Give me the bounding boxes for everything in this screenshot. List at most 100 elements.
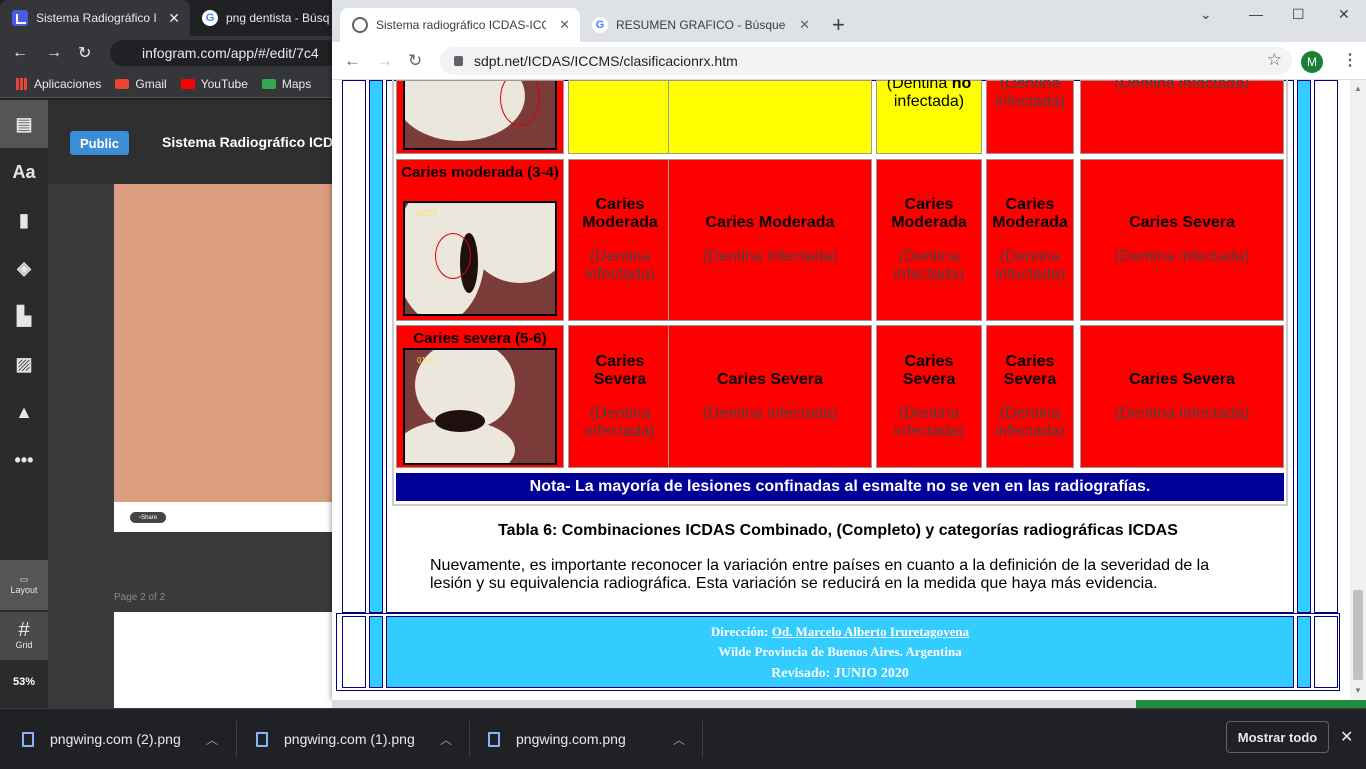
minimize-icon[interactable]: — (1249, 6, 1263, 22)
map-icon[interactable]: ◈ (0, 244, 48, 292)
page-content: (Dentina no infectada) (Dentina infectada… (332, 80, 1350, 700)
chevron-up-icon[interactable]: ︿ (440, 731, 452, 748)
gmail-icon (115, 79, 130, 90)
bookmark-label: Gmail (135, 76, 167, 91)
video-timestamp: 07:10 (417, 209, 438, 218)
background-tab-title: png dentista - Búsq (226, 11, 330, 25)
close-window-icon[interactable]: ✕ (1338, 6, 1350, 23)
image-file-icon (256, 731, 268, 747)
cell-title: Caries Severa (593, 352, 647, 388)
bookmark-star-icon[interactable]: ☆ (1267, 50, 1282, 70)
menu-kebab-icon[interactable]: ⋮ (1342, 50, 1358, 70)
text-icon[interactable]: Aa (0, 148, 48, 196)
close-tab-icon[interactable]: ✕ (559, 17, 570, 33)
cell-title: Caries Severa (1003, 352, 1057, 388)
tab-icdas[interactable]: Sistema radiográfico ICDAS-ICCMS ✕ (340, 8, 580, 42)
chevron-up-icon[interactable]: ︿ (673, 731, 685, 748)
show-all-button[interactable]: Mostrar todo (1226, 721, 1329, 753)
layout-button[interactable]: ▭ Layout (0, 560, 48, 610)
public-button[interactable]: Public (70, 131, 129, 155)
video-timestamp: 01:47 (417, 356, 438, 365)
footer-revised: Revisado: JUNIO 2020 (771, 666, 909, 681)
back-icon[interactable]: ← (12, 44, 28, 62)
left-outer-frame (342, 80, 366, 613)
footer-left-frame (342, 616, 366, 688)
bookmark-apps[interactable]: Aplicaciones (16, 77, 101, 91)
lesion-circle (435, 233, 471, 279)
maximize-icon[interactable]: ☐ (1292, 6, 1305, 23)
infogram-slide[interactable] (114, 184, 332, 502)
footer-right-cyan (1297, 616, 1311, 688)
cavity (435, 410, 485, 432)
cell-subtitle: (Dentina infectada) (584, 404, 656, 440)
footer-left-cyan (369, 616, 383, 688)
table-caption: Tabla 6: Combinaciones ICDAS Combinado, … (498, 522, 1178, 539)
download-item[interactable]: pngwing.com (1).png (256, 709, 415, 769)
back-icon[interactable]: ← (344, 51, 361, 71)
background-tab-search[interactable]: G png dentista - Búsq (190, 0, 350, 36)
infogram-page-2[interactable] (114, 612, 332, 708)
table-cell: Caries Severa (Dentina infectada) (1080, 325, 1284, 468)
page-indicator: Page 2 of 2 (114, 592, 166, 603)
page-footer: Dirección: Od. Marcelo Alberto Iruretago… (386, 616, 1294, 688)
scroll-up-icon[interactable]: ▲ (1354, 84, 1362, 93)
profile-avatar[interactable]: M (1301, 51, 1323, 73)
more-icon[interactable]: ••• (0, 436, 48, 484)
cell-title: Caries Severa (1129, 370, 1235, 388)
author-link[interactable]: Od. Marcelo Alberto Iruretagoyena (772, 624, 969, 639)
infogram-favicon-icon (12, 10, 28, 26)
tab-search-chevron-icon[interactable]: ⌄ (1200, 6, 1212, 23)
table-cell: Caries Moderada (Dentina infectada) (568, 159, 672, 321)
left-cyan-bar (369, 80, 383, 613)
background-address-bar[interactable]: infogram.com/app/#/edit/7c4 (110, 40, 340, 66)
maps-icon (261, 79, 276, 90)
bookmark-youtube[interactable]: YouTube (180, 76, 248, 91)
forward-icon[interactable]: → (46, 44, 62, 62)
grid-button[interactable]: # Grid (0, 612, 48, 660)
cell-title: Caries Moderada (992, 196, 1068, 231)
download-item[interactable]: pngwing.com (2).png (22, 709, 181, 769)
cell-subtitle: (Dentina infectada) (994, 248, 1066, 283)
lock-icon[interactable] (454, 56, 463, 66)
download-filename: pngwing.com.png (516, 731, 626, 747)
cell-subtitle: (Dentina infectada) (702, 404, 838, 422)
close-icon[interactable]: ✕ (168, 10, 180, 27)
divider (702, 721, 703, 757)
table-cell: (Dentina no infectada) (876, 80, 982, 154)
tab-title: Sistema radiográfico ICDAS-ICCMS (376, 18, 546, 32)
background-window-strip (332, 700, 1136, 708)
close-icon[interactable]: ✕ (1340, 727, 1353, 747)
image-icon[interactable]: ▨ (0, 340, 48, 388)
forward-icon[interactable]: → (376, 51, 393, 71)
layout-icon[interactable]: ▙ (0, 292, 48, 340)
chart-icon[interactable]: ▮ (0, 196, 48, 244)
reload-icon[interactable]: ↻ (408, 51, 422, 71)
tab-title: RESUMEN GRAFICO - Búsqueda de Google (616, 18, 786, 32)
shapes-icon[interactable]: ▲ (0, 388, 48, 436)
bookmark-label: Maps (281, 76, 312, 91)
vertical-scrollbar[interactable]: ▲ ▼ (1350, 80, 1366, 700)
background-tab-infogram[interactable]: Sistema Radiográfico I ✕ (0, 0, 190, 36)
table-cell: Caries Moderada (Dentina infectada) (876, 159, 982, 321)
address-bar[interactable]: sdpt.net/ICDAS/ICCMS/clasificacionrx.htm… (440, 47, 1292, 75)
google-favicon-icon: G (202, 10, 218, 26)
inbox-icon[interactable]: ▤ (0, 100, 48, 148)
zoom-level[interactable]: 53% (0, 670, 48, 688)
reload-icon[interactable]: ↻ (78, 43, 91, 63)
scrollbar-thumb[interactable] (1353, 590, 1363, 680)
bookmark-gmail[interactable]: Gmail (115, 76, 167, 91)
new-tab-icon[interactable]: + (832, 14, 845, 36)
close-tab-icon[interactable]: ✕ (799, 17, 810, 33)
download-item[interactable]: pngwing.com.png (488, 709, 626, 769)
bookmark-maps[interactable]: Maps (261, 76, 312, 91)
scroll-down-icon[interactable]: ▼ (1354, 686, 1362, 695)
table-cell: (Dentina infectada) (986, 80, 1074, 154)
footer-right-frame (1314, 616, 1338, 688)
tab-resumen-grafico[interactable]: G RESUMEN GRAFICO - Búsqueda de Google ✕ (580, 8, 820, 42)
tooth-photo: 01:47 (403, 348, 557, 465)
share-button[interactable]: ▫ Share (130, 512, 166, 523)
table-note: Nota- La mayoría de lesiones confinadas … (396, 473, 1284, 501)
chevron-up-icon[interactable]: ︿ (206, 731, 218, 748)
cell-text: (Dentina no infectada) (887, 80, 971, 111)
bookmark-label: YouTube (200, 76, 248, 91)
